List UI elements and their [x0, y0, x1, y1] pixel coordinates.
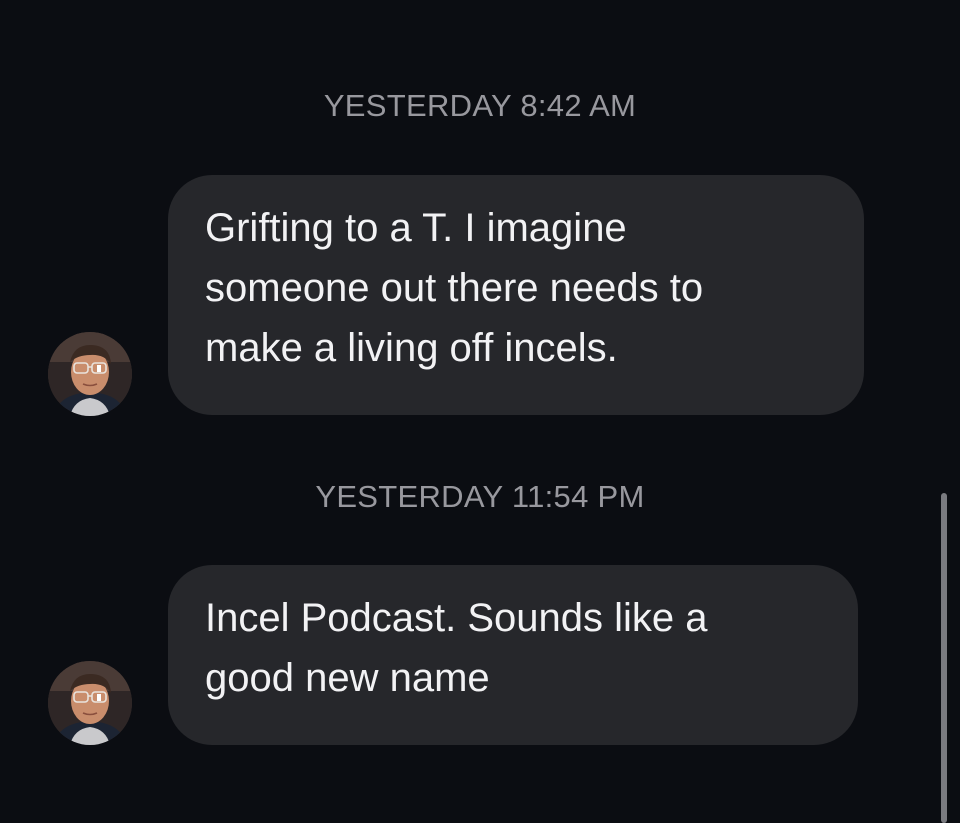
user-avatar-photo-icon: [48, 661, 132, 745]
scrollbar[interactable]: [941, 493, 947, 823]
message-line: good new name: [205, 656, 490, 700]
user-avatar-photo-icon: [48, 332, 132, 416]
chat-screen: YESTERDAY 8:42 AM Grifting to a T. I ima…: [0, 0, 960, 823]
message-line: Incel Podcast. Sounds like a: [205, 596, 708, 640]
sender-avatar[interactable]: [48, 661, 132, 745]
message-line: someone out there needs to: [205, 266, 704, 310]
message-line: make a living off incels.: [205, 326, 618, 370]
incoming-message-bubble[interactable]: Incel Podcast. Sounds like a good new na…: [168, 565, 858, 745]
message-timestamp: YESTERDAY 11:54 PM: [315, 479, 645, 514]
message-timestamp: YESTERDAY 8:42 AM: [323, 88, 637, 123]
incoming-message-bubble[interactable]: Grifting to a T. I imagine someone out t…: [168, 175, 864, 415]
sender-avatar[interactable]: [48, 332, 132, 416]
message-line: Grifting to a T. I imagine: [205, 206, 627, 250]
